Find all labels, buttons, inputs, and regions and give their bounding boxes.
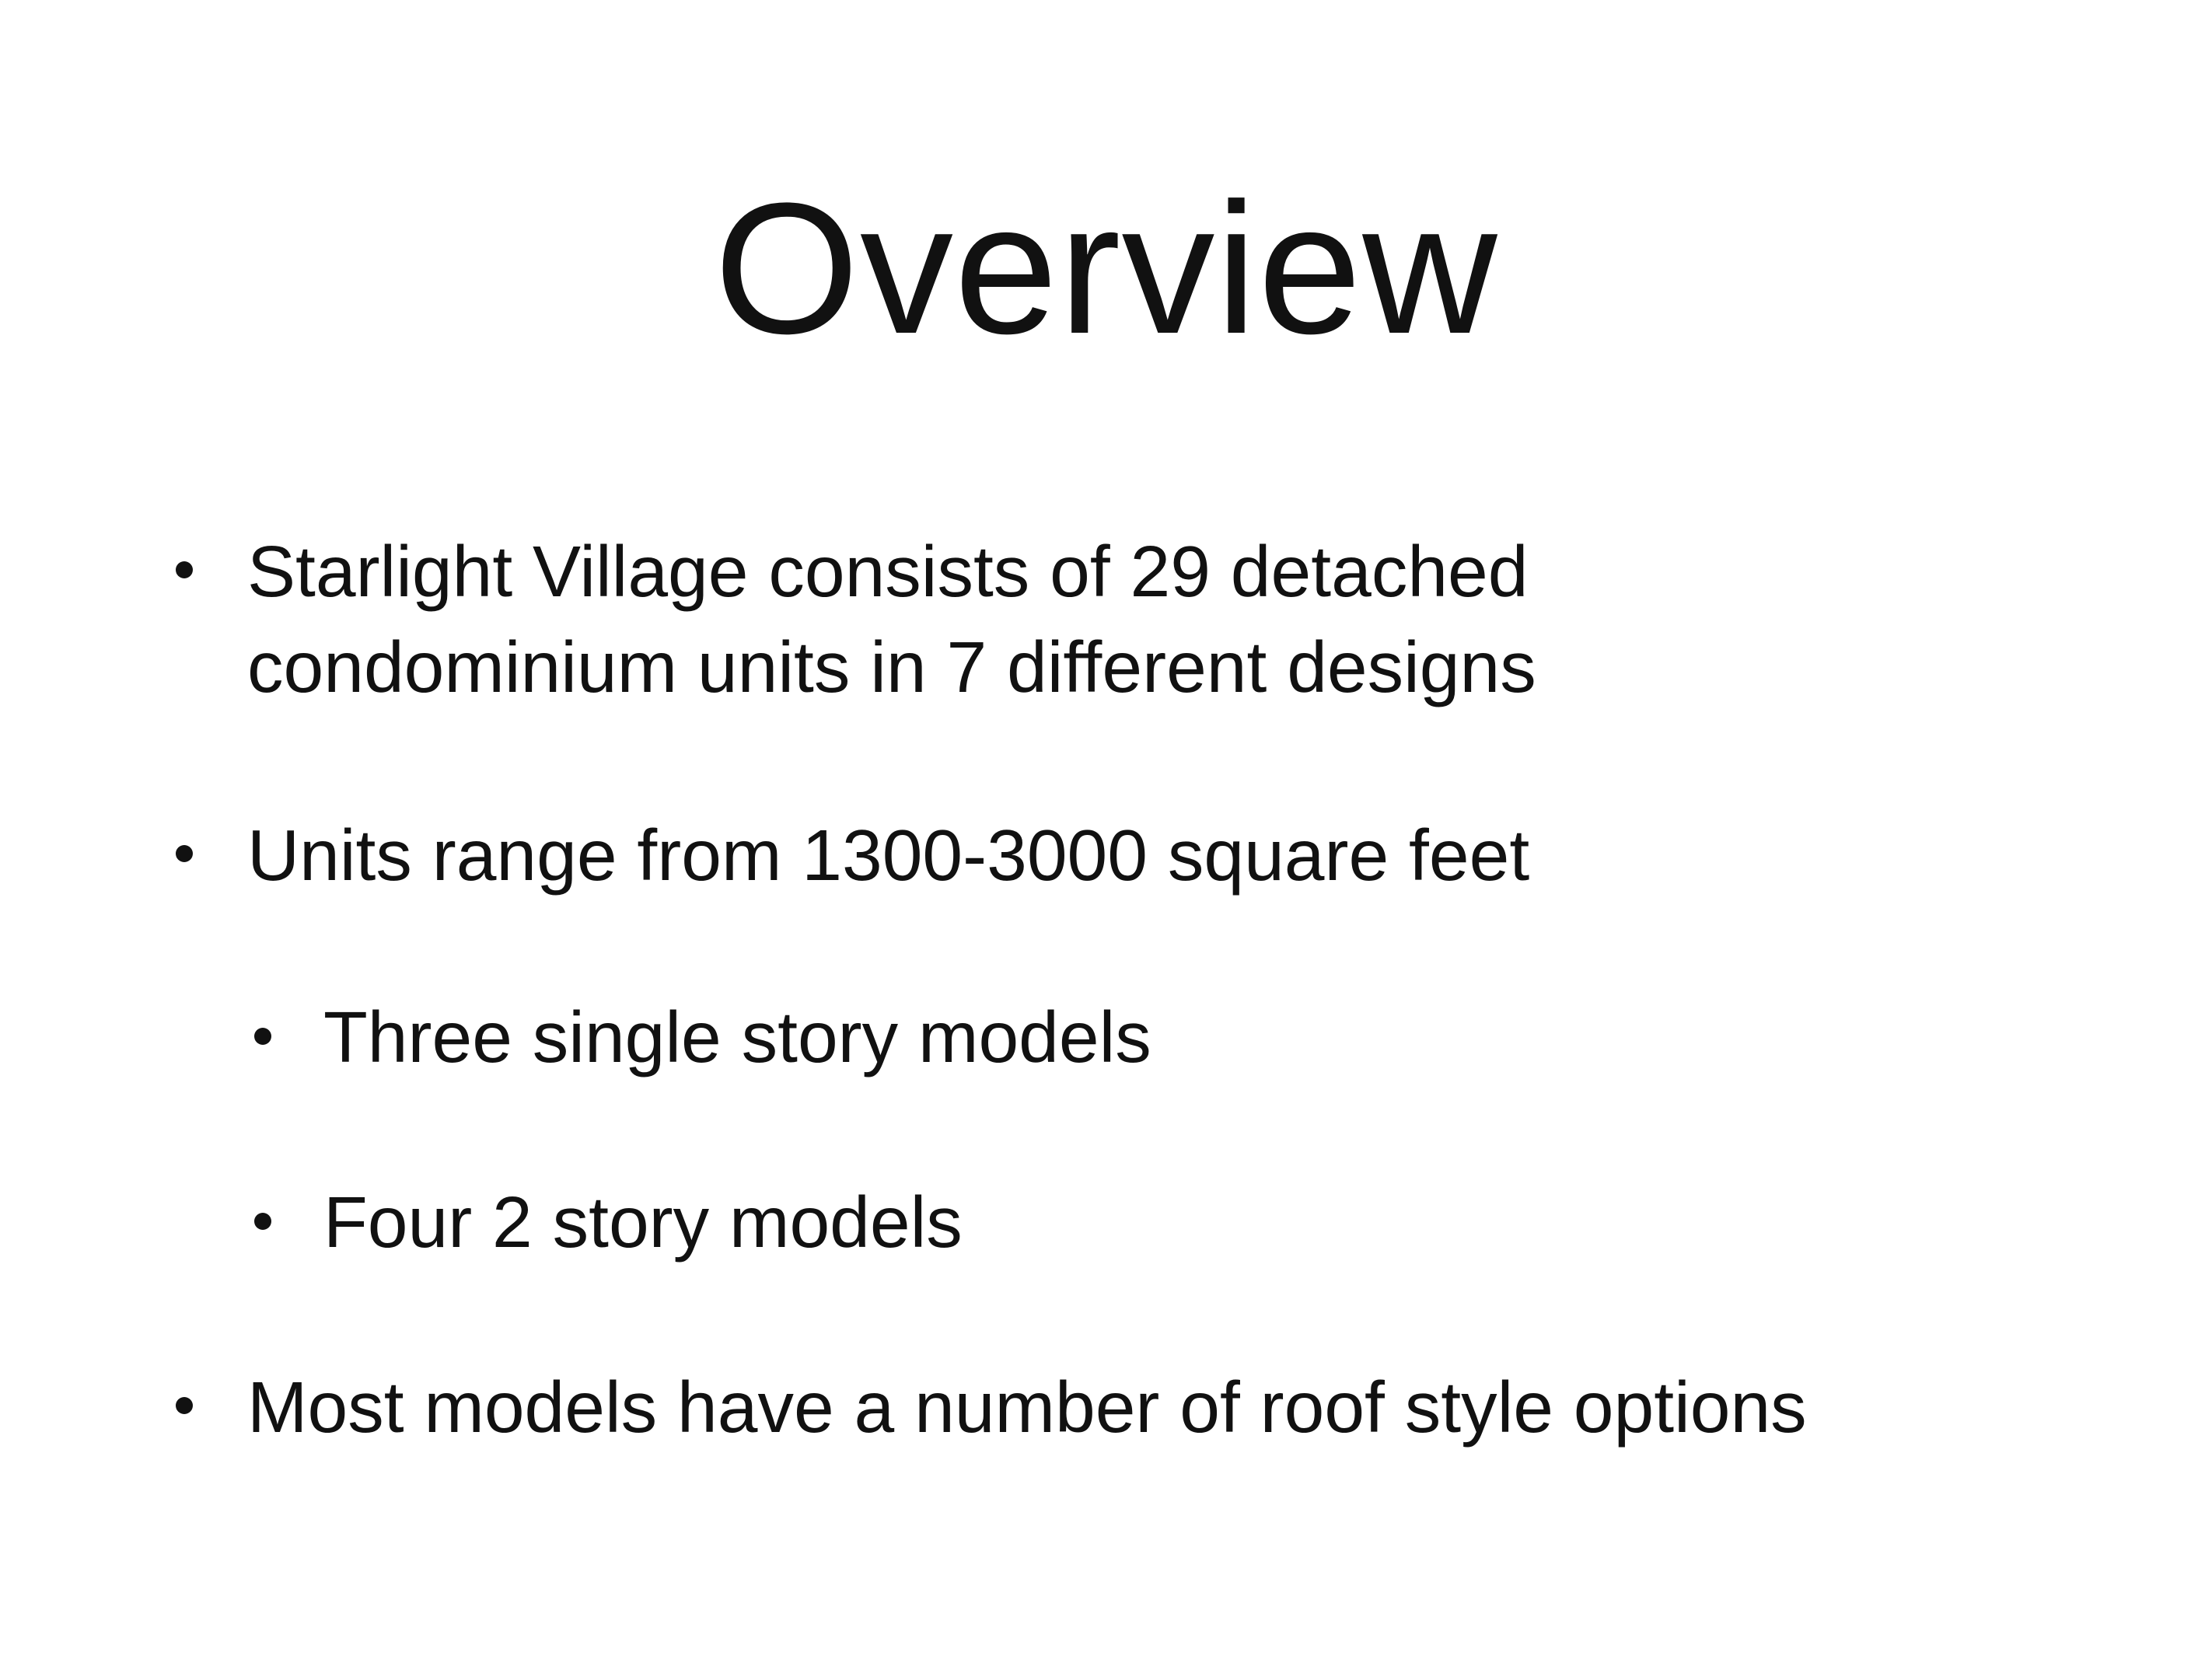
- bullet-text: Units range from 1300-3000 square feet: [247, 815, 1530, 896]
- bullet-text-continuation: condominium units in 7 different designs: [247, 627, 1536, 707]
- slide: Overview Starlight Village consists of 2…: [0, 0, 2212, 1659]
- sub-bullet-text: Three single story models: [323, 997, 1151, 1077]
- sub-bullet-dot: [254, 1028, 271, 1045]
- bullet-list: Starlight Village consists of 29 detache…: [0, 0, 2212, 1659]
- bullet-dot: [176, 1397, 193, 1414]
- sub-bullet-text: Four 2 story models: [323, 1182, 963, 1263]
- bullet-text: Starlight Village consists of 29 detache…: [247, 531, 1529, 612]
- sub-bullet-dot: [254, 1213, 271, 1230]
- bullet-dot: [176, 561, 193, 578]
- bullet-text: Most models have a number of roof style …: [247, 1367, 1807, 1448]
- bullet-dot: [176, 845, 193, 862]
